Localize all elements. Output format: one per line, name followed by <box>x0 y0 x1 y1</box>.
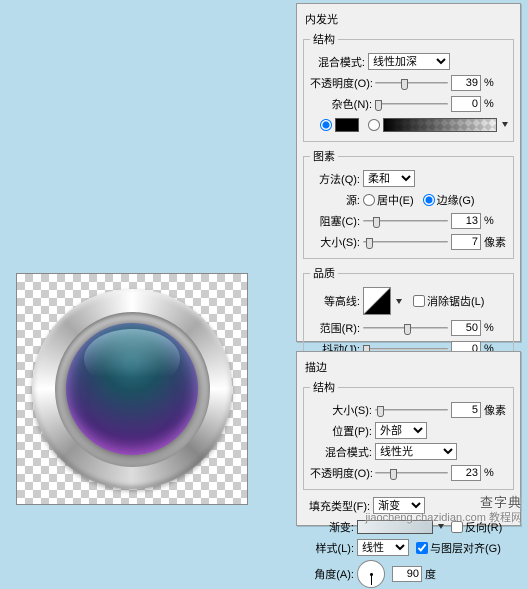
elements-group: 图素 方法(Q): 柔和 源: 居中(E) 边缘(G) 阻塞(C): % 大小(… <box>303 148 514 259</box>
stroke-structure-legend: 结构 <box>310 379 338 395</box>
size-unit: 像素 <box>484 234 508 250</box>
blend-mode-select[interactable]: 线性加深 <box>368 53 450 70</box>
noise-slider[interactable] <box>375 96 448 112</box>
choke-label: 阻塞(C): <box>310 213 360 229</box>
sopacity-label: 不透明度(O): <box>310 465 372 481</box>
align-checkbox[interactable]: 与图层对齐(G) <box>416 540 501 556</box>
panel-title: 内发光 <box>305 11 514 27</box>
noise-label: 杂色(N): <box>310 96 372 112</box>
opacity-input[interactable] <box>451 75 481 91</box>
blend-label: 混合模式: <box>310 54 365 70</box>
opacity-label: 不透明度(O): <box>310 75 372 91</box>
ssize-input[interactable] <box>451 402 481 418</box>
angle-dial[interactable] <box>357 560 385 588</box>
noise-input[interactable] <box>451 96 481 112</box>
source-center-radio[interactable]: 居中(E) <box>363 192 414 208</box>
preview-canvas <box>16 273 248 505</box>
ssize-label: 大小(S): <box>310 402 372 418</box>
choke-slider[interactable] <box>363 213 448 229</box>
ssize-slider[interactable] <box>375 402 448 418</box>
opacity-slider[interactable] <box>375 75 448 91</box>
contour-picker[interactable] <box>363 287 391 315</box>
angle-label: 角度(A): <box>309 566 354 582</box>
antialias-checkbox[interactable]: 消除锯齿(L) <box>413 293 484 309</box>
contour-label: 等高线: <box>310 293 360 309</box>
gradient-dropdown-icon[interactable] <box>502 122 508 127</box>
sopacity-slider[interactable] <box>375 465 448 481</box>
range-unit: % <box>484 322 508 334</box>
filltype-label: 填充类型(F): <box>309 498 370 514</box>
sopacity-input[interactable] <box>451 465 481 481</box>
range-label: 范围(R): <box>310 320 360 336</box>
structure-group: 结构 混合模式: 线性加深 不透明度(O): % 杂色(N): % <box>303 31 514 142</box>
elements-legend: 图素 <box>310 148 338 164</box>
sblend-select[interactable]: 线性光 <box>375 443 457 460</box>
inner-ring <box>55 312 210 467</box>
source-edge-radio[interactable]: 边缘(G) <box>423 192 475 208</box>
structure-legend: 结构 <box>310 31 338 47</box>
opacity-unit: % <box>484 77 508 89</box>
gradient-radio[interactable] <box>368 119 380 131</box>
gradient-label: 渐变: <box>309 519 354 535</box>
range-slider[interactable] <box>363 320 448 336</box>
stroke-structure-group: 结构 大小(S): 像素 位置(P): 外部 混合模式: 线性光 不透明度(O)… <box>303 379 514 490</box>
method-select[interactable]: 柔和 <box>363 170 415 187</box>
source-label: 源: <box>310 192 360 208</box>
sblend-label: 混合模式: <box>310 444 372 460</box>
size-input[interactable] <box>451 234 481 250</box>
contour-dropdown-icon[interactable] <box>396 299 402 304</box>
range-input[interactable] <box>451 320 481 336</box>
color-radio[interactable] <box>320 119 332 131</box>
position-select[interactable]: 外部 <box>375 422 427 439</box>
noise-unit: % <box>484 98 508 110</box>
inner-glow-panel: 内发光 结构 混合模式: 线性加深 不透明度(O): % 杂色(N): % <box>296 3 521 342</box>
size-slider[interactable] <box>363 234 448 250</box>
gem-core <box>66 323 198 455</box>
quality-legend: 品质 <box>310 265 338 281</box>
ssize-unit: 像素 <box>484 402 508 418</box>
style-select[interactable]: 线性 <box>357 539 409 556</box>
angle-input[interactable] <box>392 566 422 582</box>
choke-input[interactable] <box>451 213 481 229</box>
watermark: 查字典 jiaocheng.chazidian.com 教程网 <box>365 492 522 525</box>
position-label: 位置(P): <box>310 423 372 439</box>
panel2-title: 描边 <box>305 359 514 375</box>
angle-unit: 度 <box>425 566 449 582</box>
choke-unit: % <box>484 215 508 227</box>
sopacity-unit: % <box>484 467 508 479</box>
style-label: 样式(L): <box>309 540 354 556</box>
size-label: 大小(S): <box>310 234 360 250</box>
color-swatch[interactable] <box>335 118 359 132</box>
method-label: 方法(Q): <box>310 171 360 187</box>
chrome-ring <box>32 289 232 489</box>
gradient-bar[interactable] <box>383 118 497 132</box>
